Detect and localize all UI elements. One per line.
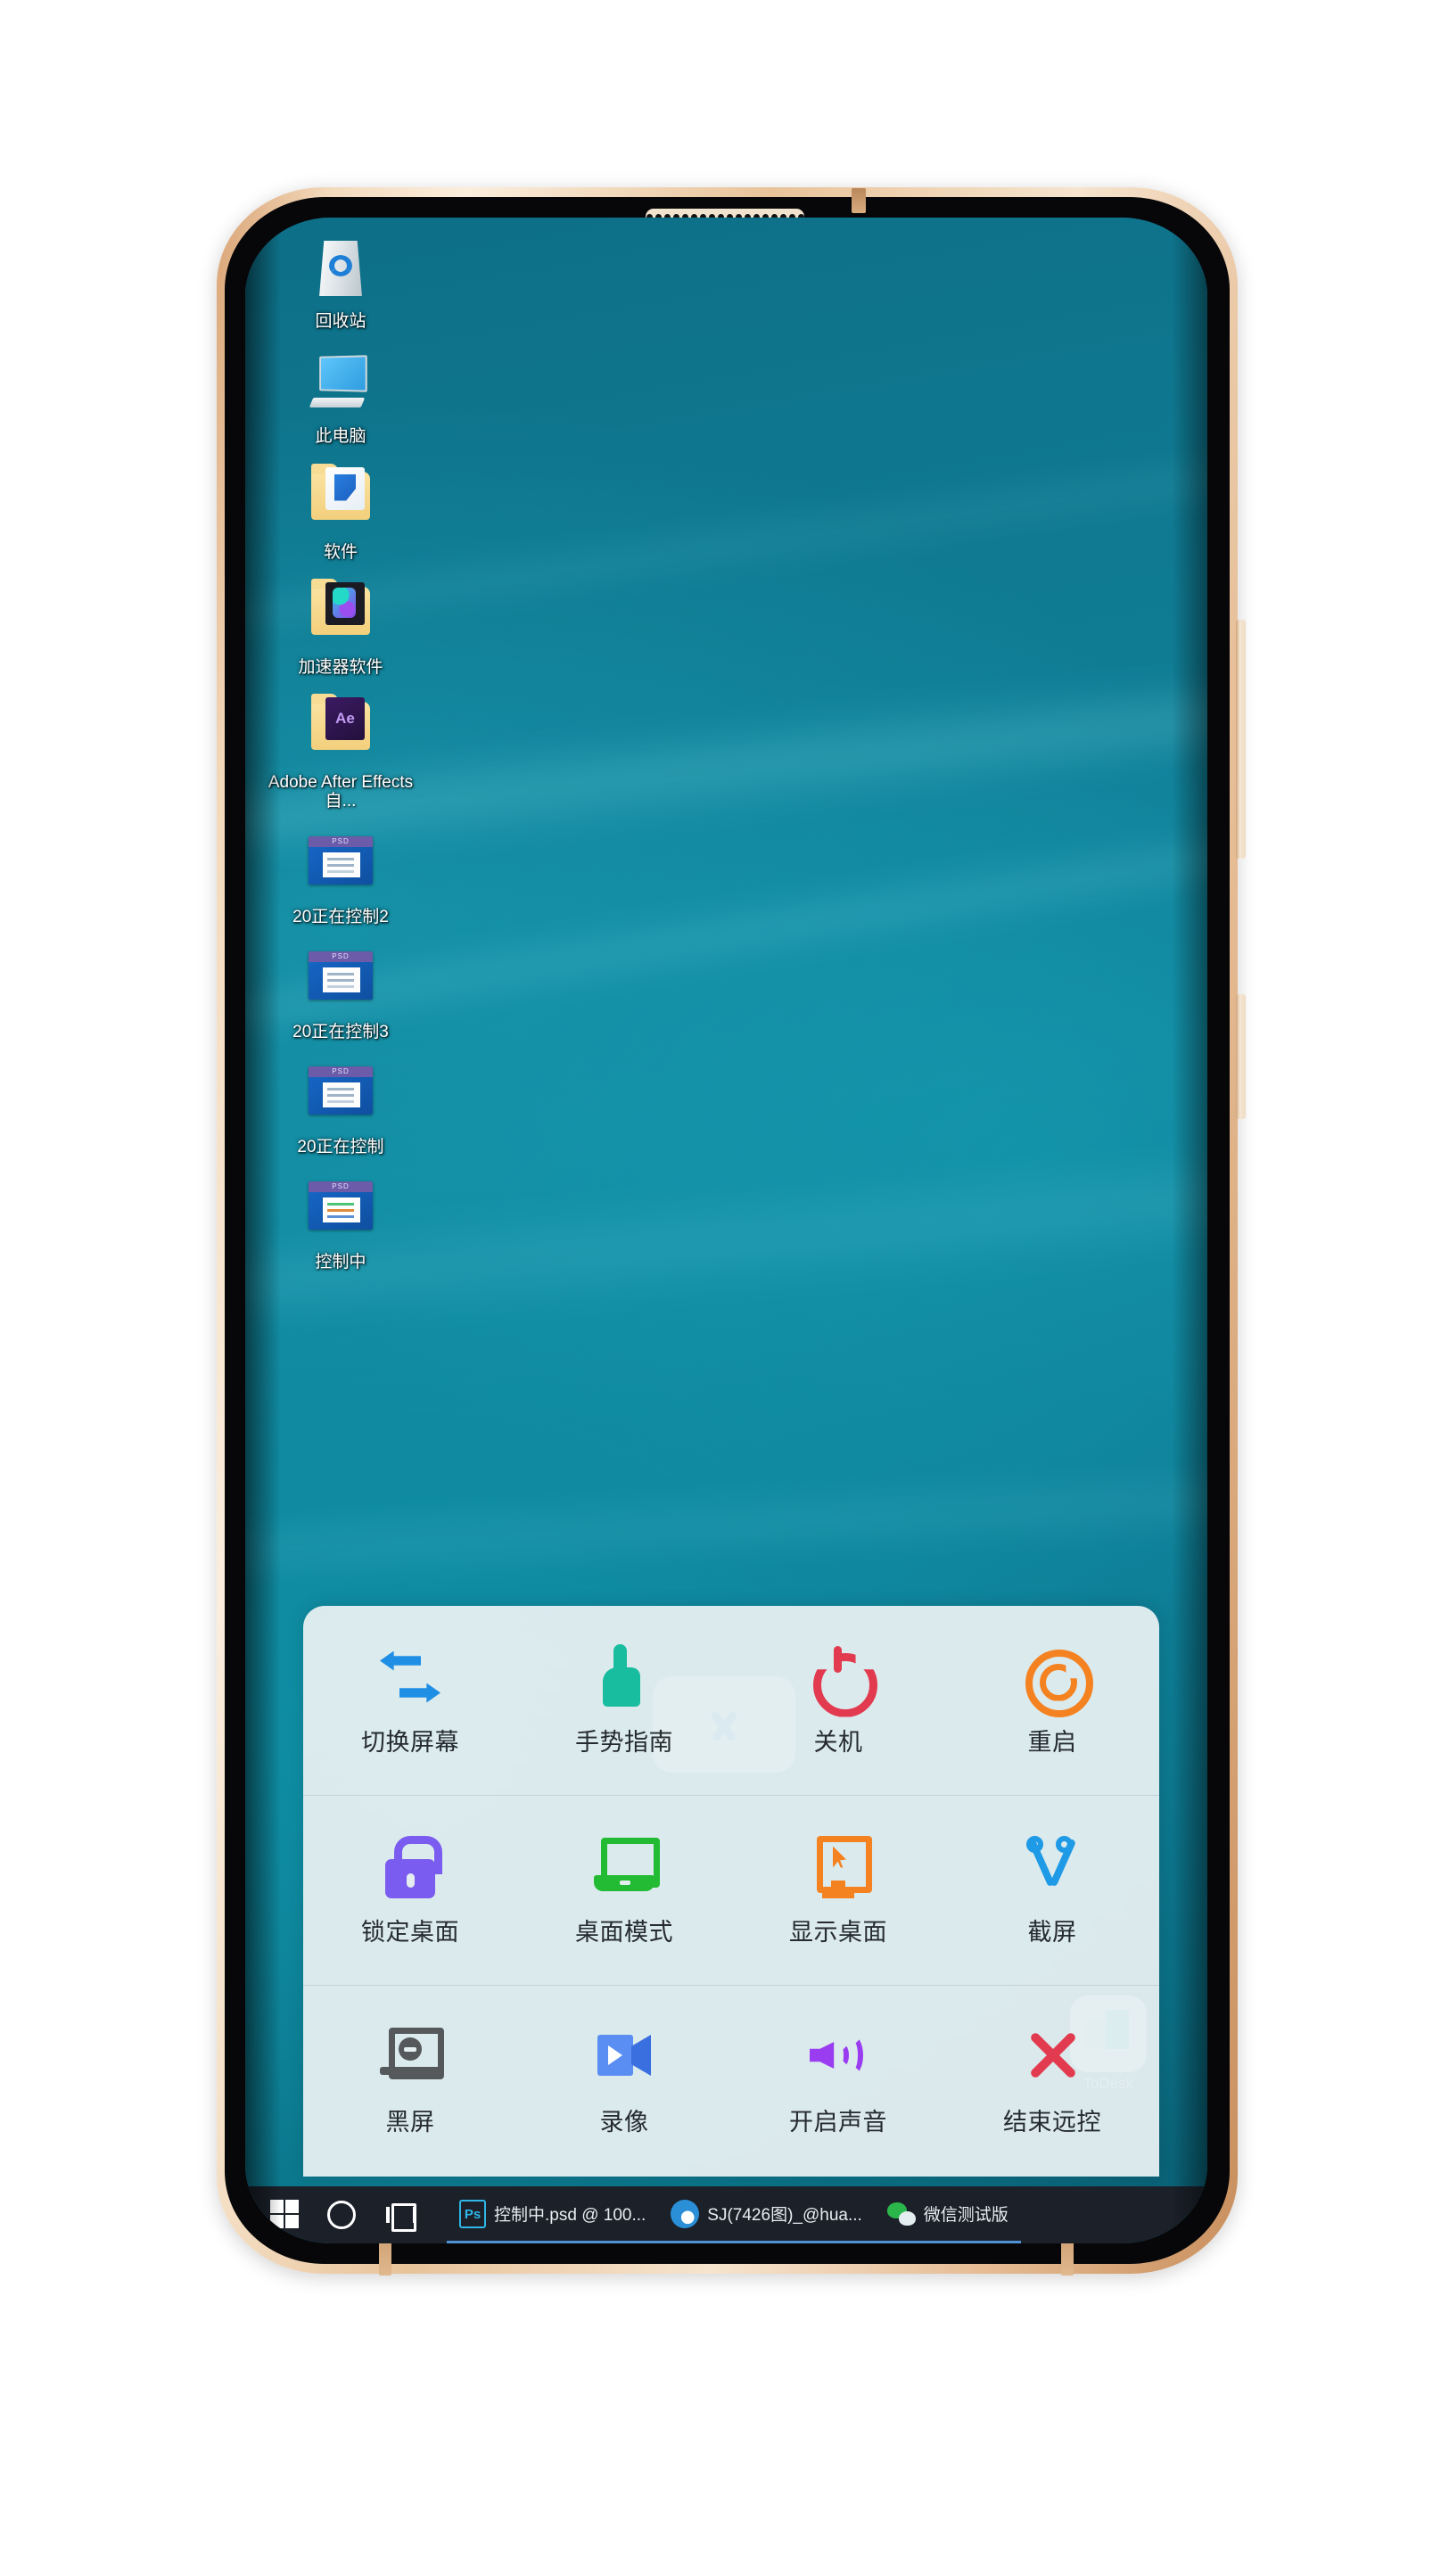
- switch-screen-icon: [378, 1644, 442, 1708]
- toolbar-item-label: 切换屏幕: [361, 1728, 459, 1756]
- desktop-mode-icon: [592, 1834, 660, 1898]
- desktop-icon-label: 20正在控制2: [292, 907, 389, 926]
- psd-file-icon: PSD: [308, 835, 374, 902]
- remote-control-toolbar: 切换屏幕 手势指南 关机 重启 锁定桌面 桌面模式 显示桌面 截屏 黑屏 录像 …: [303, 1606, 1159, 2177]
- toolbar-item-label: 录像: [599, 2109, 649, 2136]
- task-view-icon[interactable]: [386, 2203, 416, 2232]
- desktop-icon-label: 回收站: [315, 312, 366, 331]
- taskbar-item-photoshop[interactable]: Ps 控制中.psd @ 100...: [447, 2186, 659, 2243]
- toolbar-item-shutdown[interactable]: 关机: [731, 1606, 945, 1795]
- toolbar-item-label: 截屏: [1027, 1918, 1077, 1946]
- show-desktop-icon: [806, 1834, 872, 1898]
- toolbar-item-desktop-mode[interactable]: 桌面模式: [517, 1796, 731, 1985]
- desktop-icon-software[interactable]: 软件: [265, 463, 416, 562]
- toolbar-item-record[interactable]: 录像: [517, 1986, 731, 2176]
- toolbar-row-2: 锁定桌面 桌面模式 显示桌面 截屏: [303, 1796, 1159, 1986]
- enable-sound-icon: [806, 2024, 870, 2088]
- black-screen-icon: [378, 2024, 444, 2088]
- phone-screen: 回收站 此电脑 软件 加速器软件 Ae Adobe After Effects …: [245, 218, 1207, 2243]
- toolbar-item-restart[interactable]: 重启: [945, 1606, 1159, 1795]
- this-pc-icon: [308, 355, 374, 422]
- antenna-band-top: [852, 188, 866, 213]
- desktop-icon-controlling[interactable]: PSD 20正在控制: [265, 1066, 416, 1156]
- gesture-guide-icon: [592, 1643, 656, 1708]
- toolbar-item-show-desktop[interactable]: 显示桌面: [731, 1796, 945, 1985]
- toolbar-item-label: 桌面模式: [575, 1918, 673, 1946]
- toolbar-item-switch-screen[interactable]: 切换屏幕: [303, 1606, 517, 1795]
- desktop-icon-controlling-2[interactable]: PSD 20正在控制2: [265, 835, 416, 926]
- power-button[interactable]: [1236, 620, 1246, 859]
- taskbar-item-app-circle[interactable]: SJ(7426图)_@hua...: [658, 2186, 875, 2243]
- desktop-icon-label: 加速器软件: [298, 657, 383, 677]
- toolbar-item-label: 开启声音: [789, 2109, 887, 2136]
- desktop-icon-label: 控制中: [315, 1253, 366, 1272]
- app-circle-icon: [671, 2199, 700, 2228]
- desktop-icon-recycle-bin[interactable]: 回收站: [265, 241, 416, 331]
- taskbar-item-label: 微信测试版: [923, 2206, 1009, 2225]
- power-off-icon: [806, 1644, 870, 1708]
- desktop-icon-after-effects[interactable]: Adobe After Effects 自...: [265, 694, 416, 811]
- psd-file-icon: PSD: [308, 1181, 374, 1247]
- toolbar-item-screenshot[interactable]: 截屏: [945, 1796, 1159, 1985]
- toolbar-row-3: 黑屏 录像 开启声音 结束远控: [303, 1986, 1159, 2176]
- toolbar-item-label: 手势指南: [575, 1728, 673, 1756]
- folder-icon: [308, 578, 374, 653]
- record-video-icon: [592, 2024, 656, 2088]
- photoshop-icon: Ps: [459, 2199, 486, 2228]
- restart-icon: [1020, 1644, 1093, 1717]
- desktop-icon-label: 软件: [323, 542, 358, 562]
- wechat-icon: [886, 2202, 916, 2226]
- recycle-bin-icon: [308, 241, 374, 307]
- volume-button[interactable]: [1236, 994, 1246, 1119]
- toolbar-row-1: 切换屏幕 手势指南 关机 重启: [303, 1606, 1159, 1796]
- toolbar-item-label: 重启: [1027, 1728, 1077, 1756]
- windows-taskbar: Ps 控制中.psd @ 100... SJ(7426图)_@hua... 微信…: [245, 2186, 1207, 2243]
- lock-desktop-icon: [378, 1834, 442, 1898]
- screenshot-icon: [1020, 1834, 1084, 1898]
- desktop-icon-label: 此电脑: [315, 427, 366, 447]
- taskbar-item-label: SJ(7426图)_@hua...: [707, 2206, 862, 2225]
- desktop-icon-list: 回收站 此电脑 软件 加速器软件 Ae Adobe After Effects …: [265, 235, 443, 1297]
- desktop-icon-accelerator-software[interactable]: 加速器软件: [265, 578, 416, 677]
- desktop-icon-controlling-now[interactable]: PSD 控制中: [265, 1181, 416, 1272]
- desktop-icon-this-pc[interactable]: 此电脑: [265, 355, 416, 447]
- taskbar-item-wechat[interactable]: 微信测试版: [874, 2186, 1021, 2243]
- toolbar-item-gesture-guide[interactable]: 手势指南: [517, 1606, 731, 1795]
- toolbar-item-black-screen[interactable]: 黑屏: [303, 1986, 517, 2176]
- windows-start-icon[interactable]: [270, 2200, 301, 2230]
- folder-icon: [308, 463, 374, 538]
- desktop-icon-label: 20正在控制: [297, 1138, 384, 1157]
- search-icon[interactable]: [327, 2201, 356, 2229]
- toolbar-item-label: 结束远控: [1003, 2109, 1101, 2136]
- toolbar-item-label: 黑屏: [385, 2109, 435, 2136]
- toolbar-item-end-remote[interactable]: 结束远控: [945, 1986, 1159, 2176]
- desktop-icon-controlling-3[interactable]: PSD 20正在控制3: [265, 951, 416, 1041]
- phone-mockup: 回收站 此电脑 软件 加速器软件 Ae Adobe After Effects …: [0, 0, 1449, 2576]
- toolbar-item-label: 显示桌面: [789, 1918, 887, 1946]
- desktop-icon-label: 20正在控制3: [292, 1022, 389, 1041]
- toolbar-item-lock-desktop[interactable]: 锁定桌面: [303, 1796, 517, 1985]
- toolbar-item-label: 关机: [813, 1728, 863, 1756]
- end-remote-icon: [1020, 2024, 1084, 2088]
- taskbar-item-label: 控制中.psd @ 100...: [494, 2206, 646, 2225]
- psd-file-icon: PSD: [308, 1066, 374, 1132]
- psd-file-icon: PSD: [308, 951, 374, 1017]
- folder-icon: [308, 694, 374, 768]
- toolbar-item-label: 锁定桌面: [361, 1918, 459, 1946]
- toolbar-item-enable-sound[interactable]: 开启声音: [731, 1986, 945, 2176]
- desktop-icon-label: Adobe After Effects 自...: [268, 773, 414, 811]
